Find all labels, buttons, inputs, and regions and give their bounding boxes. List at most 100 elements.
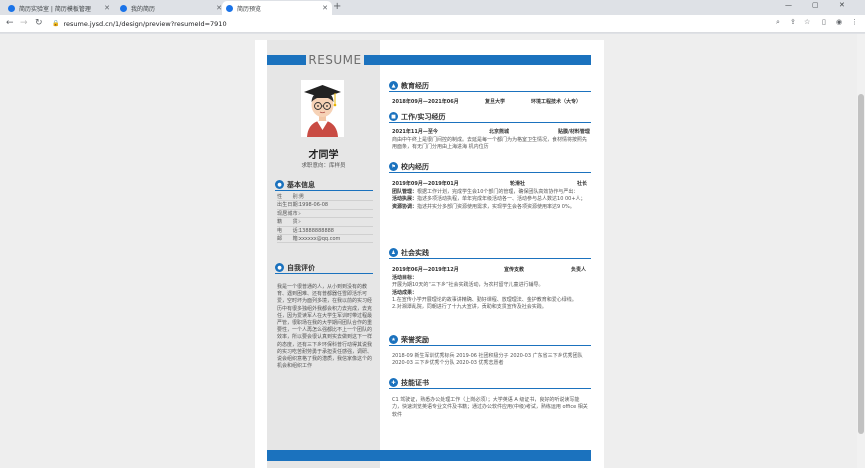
close-tab-icon[interactable]: ✕ [104,4,110,12]
self-evaluation-text: 我是一个很普通的人，从小到到没有的教育、遇到困难、还有普都器任雪即活乐可爱，空时… [277,284,373,370]
info-label: 电 话： [277,227,304,234]
address-bar[interactable]: 🔒 resume.jysd.cn/1/design/preview?resume… [52,17,760,30]
work-position: 贴膜/材料管理 [558,129,590,135]
star-icon[interactable]: ☆ [804,18,810,26]
campus-role: 社长 [577,181,588,187]
resume-paper: RESUME 才同学 求职意向：库样员 ● 基本信息 性 别： 男 出生日期： … [255,40,604,468]
info-value: 1998-06-08 [299,202,329,209]
basic-info-list: 性 别： 男 出生日期： 1998-06-08 现居城市： - 籍 贯： - 电… [277,193,373,244]
section-title: 基本信息 [287,180,315,189]
info-value: - [299,210,301,217]
honors-text: 2018-09 新生军训优秀标兵 2019-06 社团积极分子 2020-03 … [392,353,583,367]
campus-date: 2019年09月—2019年01月 [392,181,459,187]
site-favicon-icon [8,4,15,12]
work-row: 2021年11月—至今 北京熊城 贴膜/材料管理 [392,129,590,136]
section-title: 校内经历 [401,162,429,171]
section-title: 技能证书 [401,378,429,387]
back-icon[interactable]: ← [6,17,14,29]
tab-title: 简历实验室 | 简历模板管理 [19,5,91,13]
profile-icon[interactable]: ◉ [836,18,842,26]
maximize-button[interactable]: ▢ [812,1,819,9]
campus-item: 活动执展：指述多项活动执程，单年完成年级活动各一、活动参与总人数达10 00+人… [392,196,588,203]
browser-toolbar: ← → ↻ 🔒 resume.jysd.cn/1/design/preview?… [0,15,865,33]
tab-title: 简历预览 [237,5,262,13]
info-row-city: 现居城市： - [277,210,373,219]
education-major: 环境工程技术（大专） [531,99,582,105]
footer-bar [267,450,591,461]
education-date: 2018年09月—2021年06月 [392,99,459,105]
url-text: resume.jysd.cn/1/design/preview?resumeId… [63,19,227,28]
campus-item-text: 指述并实分多部门资源使用需求，实现学生会各项资源使用率达9 0%。 [417,203,575,210]
info-label: 现居城市： [277,210,304,217]
campus-item-label: 资源协调： [392,203,418,210]
resume-header-word: RESUME [306,53,364,67]
reload-icon[interactable]: ↻ [35,17,43,29]
candidate-name: 才同学 [308,150,339,161]
section-title: 自我评价 [287,263,315,272]
tab-my-resume[interactable]: 我的简历 ✕ [116,1,226,15]
graduation-icon: ▲ [389,81,398,90]
tab-resume-lab[interactable]: 简历实验室 | 简历模板管理 ✕ [4,1,114,15]
avatar [301,80,344,137]
section-self-evaluation: ● 自我评价 [275,262,373,274]
campus-row: 2019年09月—2019年01月 轮滑社 社长 [392,181,588,188]
tab-resume-preview[interactable]: 简历预览 ✕ [222,1,332,15]
practice-line: 开展为期10天的“三下乡”社会实践活动，为农村留守儿童进行辅导。 [392,282,544,289]
search-icon[interactable]: ⌕ [776,18,780,27]
education-row: 2018年09月—2021年06月 复旦大学 环境工程技术（大专） [392,99,588,106]
site-favicon-icon [120,4,127,12]
forward-icon[interactable]: → [20,17,28,29]
sidebar-icon[interactable]: ▯ [822,18,826,26]
section-title: 荣誉奖励 [401,335,429,344]
trophy-icon: ★ [389,335,398,344]
info-row-email: 邮 箱： xxxxxx@qq.com [277,235,373,244]
close-tab-icon[interactable]: ✕ [322,4,328,12]
work-description: 商由中午终上是很门间控的制成。去延是每一个都门为为格室卫生情况，食材情将按照先用… [392,137,588,151]
campus-item: 资源协调：指述并实分多部门资源使用需求，实现学生会各项资源使用率达9 0%。 [392,204,588,211]
campus-item-label: 团队管理： [392,189,418,195]
people-icon: ♟ [389,248,398,257]
close-window-button[interactable]: ✕ [839,1,845,9]
work-date: 2021年11月—至今 [392,129,438,135]
new-tab-button[interactable]: + [333,1,341,13]
info-value: 男 [299,194,305,200]
practice-org: 宣传支教 [504,267,525,273]
section-honors: ★ 荣誉奖励 [389,334,591,346]
flag-icon: ⚑ [389,162,398,171]
info-row-gender: 性 别： 男 [277,193,373,202]
person-icon: ● [275,263,284,272]
practice-date: 2019年06月—2019年12月 [392,267,459,273]
practice-label: 活动成果： [392,289,418,296]
info-label: 出生日期： [277,202,304,209]
practice-line: 2.对湘潭乱院，同朝进行了十九大宣讲，贡助和支贯宣传及社会实践。 [392,304,547,311]
minimize-button[interactable]: — [785,1,792,9]
info-label: 邮 箱： [277,235,304,242]
campus-org: 轮滑社 [510,181,526,187]
info-value: xxxxxx@qq.com [299,235,341,242]
section-title: 教育经历 [401,81,429,90]
site-favicon-icon [226,4,233,12]
section-campus: ⚑ 校内经历 [389,161,591,173]
briefcase-icon: ■ [389,112,398,121]
practice-row: 2019年06月—2019年12月 宣传支教 负责人 [392,267,588,274]
campus-item-label: 活动执展： [392,196,418,203]
info-label: 籍 贯： [277,219,304,226]
section-title: 工作/实习经历 [401,112,446,121]
share-icon[interactable]: ⇪ [790,18,796,26]
campus-item-text: 指述多项活动执程，单年完成年级活动各一、活动参与总人数达10 00+人； [417,196,586,203]
section-skills: ✚ 技能证书 [389,377,591,389]
scrollbar-thumb[interactable] [858,94,864,434]
info-label: 性 别： [277,194,304,200]
section-work: ■ 工作/实习经历 [389,111,591,123]
practice-label: 活动目标： [392,275,418,281]
work-company: 北京熊城 [489,129,510,135]
info-row-birthdate: 出生日期： 1998-06-08 [277,201,373,210]
section-education: ▲ 教育经历 [389,80,591,92]
job-intent: 求职意向：库样员 [301,163,346,169]
info-row-phone: 电 话： 13888888888 [277,227,373,235]
tab-title: 我的简历 [131,5,156,13]
section-practice: ♟ 社会实践 [389,247,591,259]
vertical-scrollbar[interactable] [857,34,865,468]
menu-icon[interactable]: ⋮ [851,18,858,26]
skills-text: C1 驾驶证，熟悉办公处理工作（上岗必须）；大学英语 A 级证书，良好的听说读写… [392,397,588,418]
